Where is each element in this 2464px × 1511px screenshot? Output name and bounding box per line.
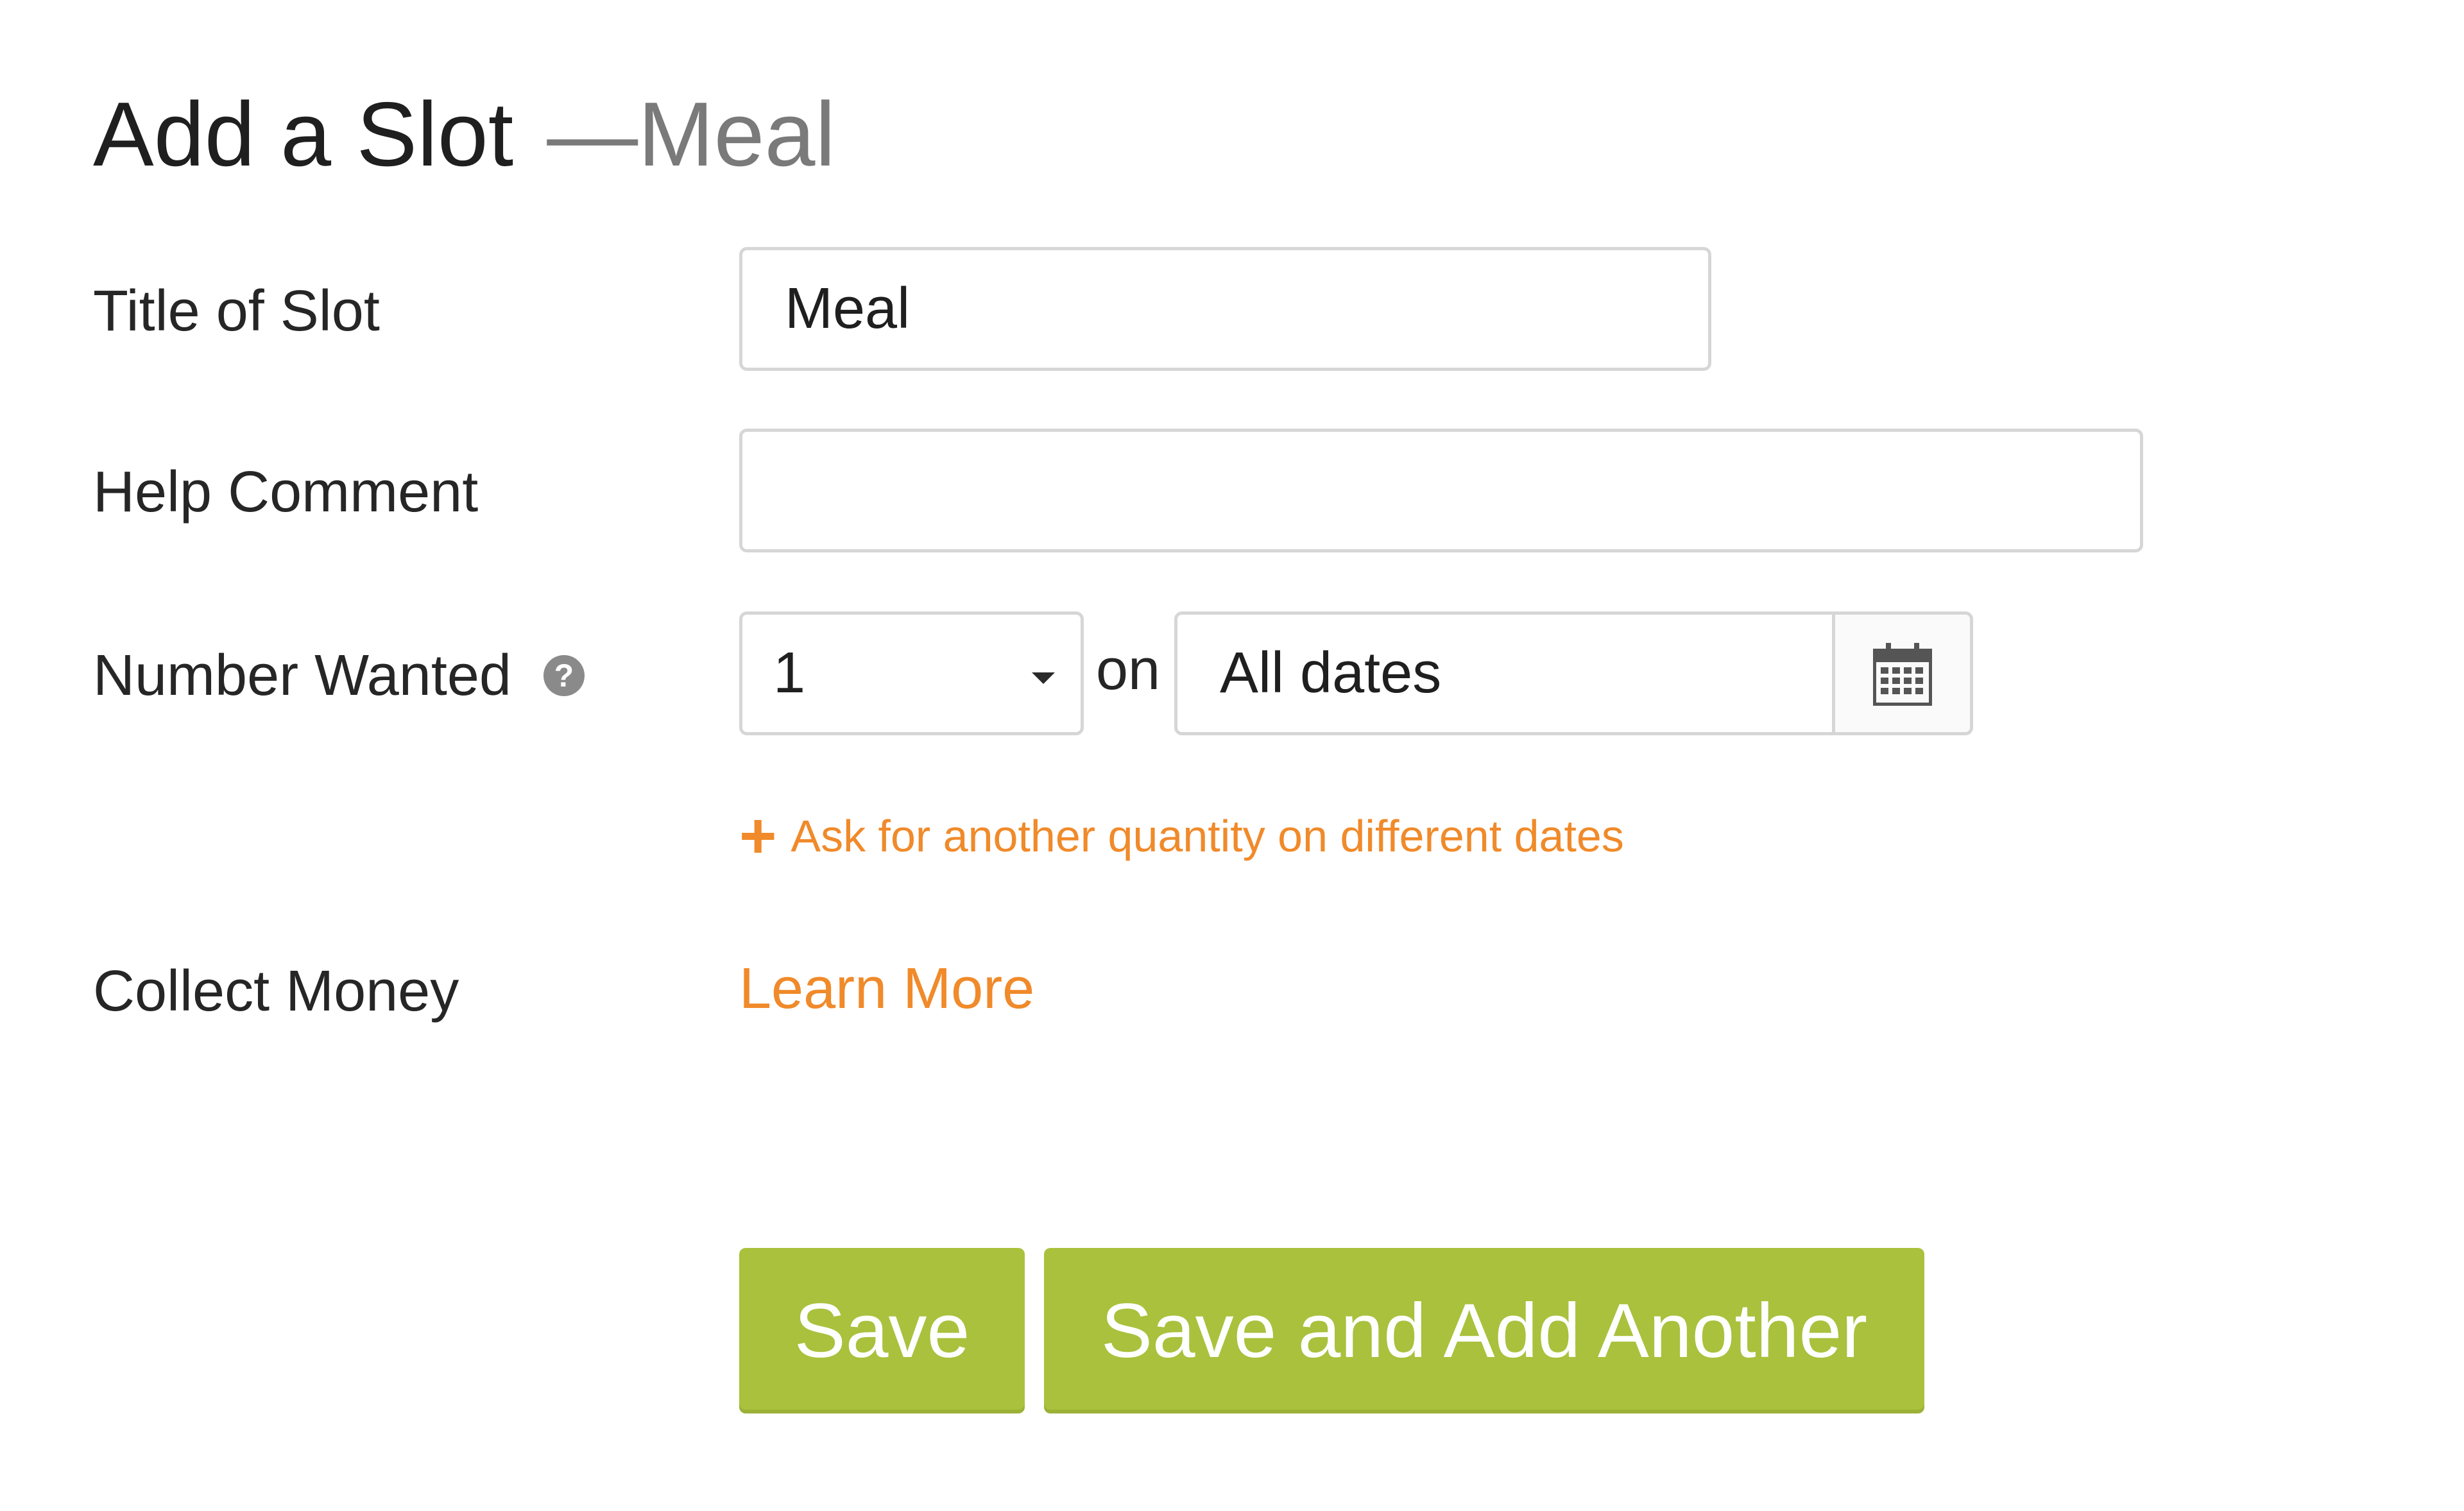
learn-more-link[interactable]: Learn More xyxy=(739,956,1034,1022)
add-quantity-link[interactable]: + Ask for another quantity on different … xyxy=(739,804,1624,868)
add-quantity-link-text[interactable]: Ask for another quantity on different da… xyxy=(791,810,1623,862)
help-comment-label: Help Comment xyxy=(93,457,478,527)
title-separator: — xyxy=(547,83,638,185)
dates-value[interactable]: All dates xyxy=(1177,615,1832,732)
dates-field[interactable]: All dates xyxy=(1174,611,1973,735)
on-text: on xyxy=(1096,638,1161,702)
calendar-button[interactable] xyxy=(1832,615,1970,732)
question-circle-icon[interactable]: ? xyxy=(543,655,585,696)
page-heading: Add a Slot — Meal xyxy=(93,83,835,186)
calendar-icon xyxy=(1873,642,1932,706)
collect-money-label-text: Collect Money xyxy=(93,959,459,1023)
title-of-slot-label: Title of Slot xyxy=(93,276,380,346)
plus-icon: + xyxy=(739,800,777,872)
save-button[interactable]: Save xyxy=(739,1248,1025,1413)
page-title: Add a Slot xyxy=(93,83,514,185)
title-of-slot-input[interactable] xyxy=(742,250,1708,368)
chevron-down-icon xyxy=(1032,672,1055,684)
help-comment-field[interactable] xyxy=(739,429,2143,552)
title-of-slot-label-text: Title of Slot xyxy=(93,278,380,343)
number-wanted-label: Number Wanted ? xyxy=(93,640,585,711)
title-of-slot-field[interactable] xyxy=(739,247,1711,371)
save-and-add-another-button[interactable]: Save and Add Another xyxy=(1044,1248,1924,1413)
help-comment-label-text: Help Comment xyxy=(93,459,479,524)
collect-money-label: Collect Money xyxy=(93,956,459,1027)
number-wanted-label-text: Number Wanted xyxy=(93,643,511,708)
add-slot-form: Add a Slot — Meal Title of Slot Help Com… xyxy=(0,0,2464,1511)
help-comment-input[interactable] xyxy=(742,432,2140,549)
number-wanted-select[interactable]: 1 xyxy=(739,611,1084,735)
number-wanted-value: 1 xyxy=(773,641,806,705)
page-subtitle: Meal xyxy=(638,83,836,185)
